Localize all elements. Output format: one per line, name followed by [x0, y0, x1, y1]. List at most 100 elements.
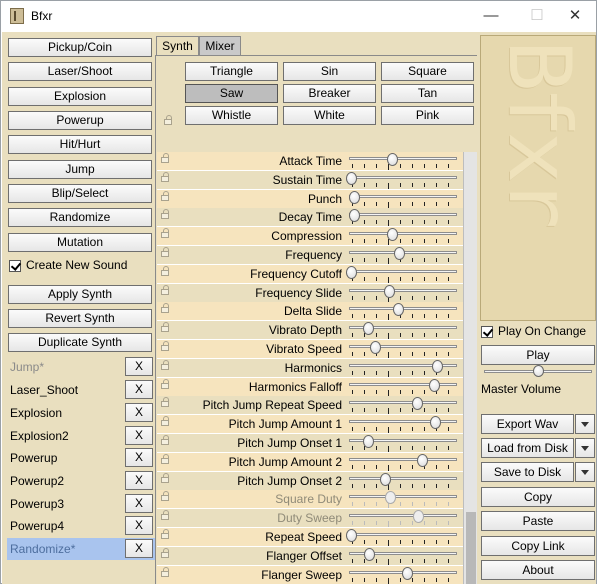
- generator-button-jump[interactable]: Jump: [8, 160, 152, 179]
- param-slider[interactable]: [346, 415, 460, 434]
- param-slider-knob[interactable]: [346, 171, 357, 185]
- param-lock-icon[interactable]: [161, 453, 169, 464]
- sound-list-item[interactable]: Jump* X: [7, 356, 155, 378]
- param-slider-knob[interactable]: [380, 472, 391, 486]
- tab-mixer[interactable]: Mixer: [199, 36, 241, 55]
- param-slider-knob[interactable]: [429, 378, 440, 392]
- param-slider-knob[interactable]: [393, 303, 404, 317]
- remove-sound-button[interactable]: X: [125, 539, 153, 558]
- param-lock-icon[interactable]: [161, 284, 169, 295]
- play-on-change-checkbox[interactable]: [481, 326, 493, 338]
- param-lock-icon[interactable]: [161, 153, 169, 163]
- param-slider[interactable]: [346, 528, 460, 547]
- param-lock-icon[interactable]: [161, 510, 169, 521]
- waveform-sin-button[interactable]: Sin: [283, 62, 376, 81]
- param-lock-icon[interactable]: [161, 566, 169, 577]
- param-slider[interactable]: [346, 246, 460, 265]
- param-slider-knob[interactable]: [346, 529, 357, 542]
- param-slider-knob[interactable]: [349, 209, 360, 223]
- param-slider-knob[interactable]: [370, 341, 381, 354]
- play-button[interactable]: Play: [481, 345, 595, 365]
- param-slider-knob[interactable]: [349, 190, 360, 204]
- waveform-saw-button[interactable]: Saw: [185, 84, 278, 103]
- remove-sound-button[interactable]: X: [125, 403, 153, 422]
- param-lock-icon[interactable]: [161, 228, 169, 239]
- param-slider[interactable]: [346, 547, 460, 566]
- parameter-scrollbar[interactable]: [463, 152, 477, 584]
- param-slider[interactable]: [346, 340, 460, 359]
- sound-list-item[interactable]: Powerup3 X: [7, 493, 155, 515]
- param-slider[interactable]: [346, 378, 460, 397]
- generator-button-laser-shoot[interactable]: Laser/Shoot: [8, 62, 152, 81]
- remove-sound-button[interactable]: X: [125, 357, 153, 376]
- sound-list-item[interactable]: Powerup4 X: [7, 515, 155, 537]
- remove-sound-button[interactable]: X: [125, 516, 153, 535]
- param-lock-icon[interactable]: [161, 247, 169, 257]
- param-slider[interactable]: [346, 284, 460, 303]
- waveform-white-button[interactable]: White: [283, 106, 376, 125]
- param-lock-icon[interactable]: [161, 190, 169, 201]
- sound-list-item[interactable]: Powerup2 X: [7, 470, 155, 492]
- waveform-breaker-button[interactable]: Breaker: [283, 84, 376, 103]
- param-lock-icon[interactable]: [161, 435, 169, 445]
- load-from-disk-button[interactable]: Load from Disk: [481, 438, 574, 458]
- param-slider[interactable]: [346, 490, 460, 509]
- sound-list-item[interactable]: Explosion X: [7, 402, 155, 424]
- waveform-square-button[interactable]: Square: [381, 62, 474, 81]
- load-from-disk-dropdown-icon[interactable]: [575, 438, 595, 458]
- create-new-sound-checkbox[interactable]: [9, 260, 21, 272]
- param-lock-icon[interactable]: [161, 378, 169, 389]
- param-lock-icon[interactable]: [161, 303, 169, 314]
- param-slider[interactable]: [346, 359, 460, 378]
- revert-synth-button[interactable]: Revert Synth: [8, 309, 152, 328]
- about-button[interactable]: About: [481, 560, 595, 580]
- param-slider[interactable]: [346, 190, 460, 209]
- waveform-whistle-button[interactable]: Whistle: [185, 106, 278, 125]
- param-slider[interactable]: [346, 396, 460, 415]
- param-slider-knob[interactable]: [430, 416, 441, 430]
- param-lock-icon[interactable]: [161, 322, 169, 333]
- param-slider[interactable]: [346, 171, 460, 190]
- paste-button[interactable]: Paste: [481, 511, 595, 531]
- waveform-lock-icon[interactable]: [164, 115, 172, 125]
- waveform-triangle-button[interactable]: Triangle: [185, 62, 278, 81]
- param-slider-knob[interactable]: [394, 247, 405, 260]
- param-slider-knob[interactable]: [363, 435, 374, 448]
- remove-sound-button[interactable]: X: [125, 494, 153, 513]
- param-slider-knob[interactable]: [417, 453, 428, 467]
- remove-sound-button[interactable]: X: [125, 471, 153, 490]
- param-slider-knob[interactable]: [385, 491, 396, 505]
- waveform-tan-button[interactable]: Tan: [381, 84, 474, 103]
- generator-button-randomize[interactable]: Randomize: [8, 208, 152, 227]
- apply-synth-button[interactable]: Apply Synth: [8, 285, 152, 304]
- param-lock-icon[interactable]: [161, 472, 169, 483]
- save-to-disk-button[interactable]: Save to Disk: [481, 462, 574, 482]
- param-slider[interactable]: [346, 152, 460, 171]
- param-lock-icon[interactable]: [161, 416, 169, 427]
- param-slider-knob[interactable]: [412, 397, 423, 411]
- sound-list-item[interactable]: Laser_Shoot X: [7, 379, 155, 401]
- param-slider[interactable]: [346, 302, 460, 321]
- param-slider-knob[interactable]: [432, 359, 443, 373]
- param-lock-icon[interactable]: [161, 341, 169, 351]
- param-lock-icon[interactable]: [161, 491, 169, 502]
- generator-button-pickup-coin[interactable]: Pickup/Coin: [8, 38, 152, 57]
- param-slider[interactable]: [346, 208, 460, 227]
- param-slider[interactable]: [346, 472, 460, 491]
- param-slider-knob[interactable]: [363, 322, 374, 336]
- export-wav-dropdown-icon[interactable]: [575, 414, 595, 434]
- param-slider[interactable]: [346, 566, 460, 584]
- param-slider-knob[interactable]: [384, 284, 395, 298]
- param-lock-icon[interactable]: [161, 265, 169, 276]
- param-lock-icon[interactable]: [161, 529, 169, 539]
- remove-sound-button[interactable]: X: [125, 380, 153, 399]
- copy-button[interactable]: Copy: [481, 487, 595, 507]
- generator-button-explosion[interactable]: Explosion: [8, 87, 152, 106]
- param-lock-icon[interactable]: [161, 547, 169, 558]
- tab-synth[interactable]: Synth: [156, 36, 199, 55]
- param-slider[interactable]: [346, 265, 460, 284]
- param-lock-icon[interactable]: [161, 171, 169, 182]
- sound-list-item[interactable]: Explosion2 X: [7, 425, 155, 447]
- close-button[interactable]: ✕: [552, 1, 597, 31]
- waveform-pink-button[interactable]: Pink: [381, 106, 474, 125]
